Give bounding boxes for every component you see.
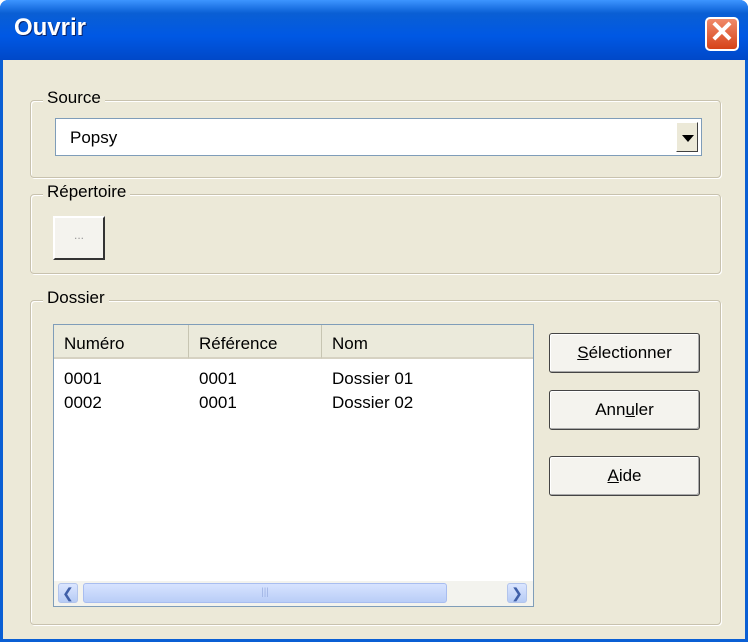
cancel-label-pre: Ann xyxy=(595,400,626,419)
cancel-button[interactable]: Annuler xyxy=(549,390,700,430)
title-bar[interactable]: Ouvrir ✕ xyxy=(0,0,748,60)
dossier-list[interactable]: Numéro Référence Nom 0001 0001 Dossier 0… xyxy=(53,324,534,607)
cancel-label: ler xyxy=(634,400,654,419)
dialog-title: Ouvrir xyxy=(14,14,87,41)
column-header-reference[interactable]: Référence xyxy=(189,325,322,359)
help-mnemonic: A xyxy=(607,466,619,485)
row-nom: Dossier 02 xyxy=(332,393,414,412)
scroll-right-icon[interactable]: ❯ xyxy=(507,583,527,603)
repertoire-legend: Répertoire xyxy=(43,182,131,202)
horizontal-scrollbar[interactable]: ❮ ||| ❯ xyxy=(54,581,533,606)
source-group: Source Popsy xyxy=(30,88,721,178)
cancel-mnemonic: u xyxy=(625,400,635,419)
column-header-nom[interactable]: Nom xyxy=(322,325,533,359)
source-dropdown[interactable]: Popsy xyxy=(55,118,702,156)
browse-button[interactable]: ... xyxy=(53,216,105,260)
close-icon: ✕ xyxy=(709,16,735,49)
scrollbar-thumb[interactable]: ||| xyxy=(83,583,447,603)
select-button[interactable]: Sélectionner xyxy=(549,333,700,373)
dossier-legend: Dossier xyxy=(43,288,109,308)
close-button[interactable]: ✕ xyxy=(705,17,739,51)
help-label: ide xyxy=(618,466,642,485)
row-numero: 0001 xyxy=(64,369,102,388)
open-dialog: Ouvrir ✕ Source Popsy Répertoire ... Dos… xyxy=(0,0,748,642)
row-reference: 0001 xyxy=(199,369,237,388)
select-label: électionner xyxy=(588,343,672,362)
select-mnemonic: S xyxy=(577,343,589,362)
row-nom: Dossier 01 xyxy=(332,369,414,388)
repertoire-group: Répertoire ... xyxy=(30,182,721,274)
row-numero: 0002 xyxy=(64,393,102,412)
source-selected-value: Popsy xyxy=(70,128,118,147)
scroll-left-icon[interactable]: ❮ xyxy=(58,583,78,603)
row-reference: 0001 xyxy=(199,393,237,412)
dropdown-arrow-icon[interactable] xyxy=(676,122,698,152)
help-button[interactable]: Aide xyxy=(549,456,700,496)
source-legend: Source xyxy=(43,88,105,108)
column-header-numero[interactable]: Numéro xyxy=(54,325,189,359)
dossier-group: Dossier Numéro Référence Nom 0001 0001 D… xyxy=(30,288,721,625)
